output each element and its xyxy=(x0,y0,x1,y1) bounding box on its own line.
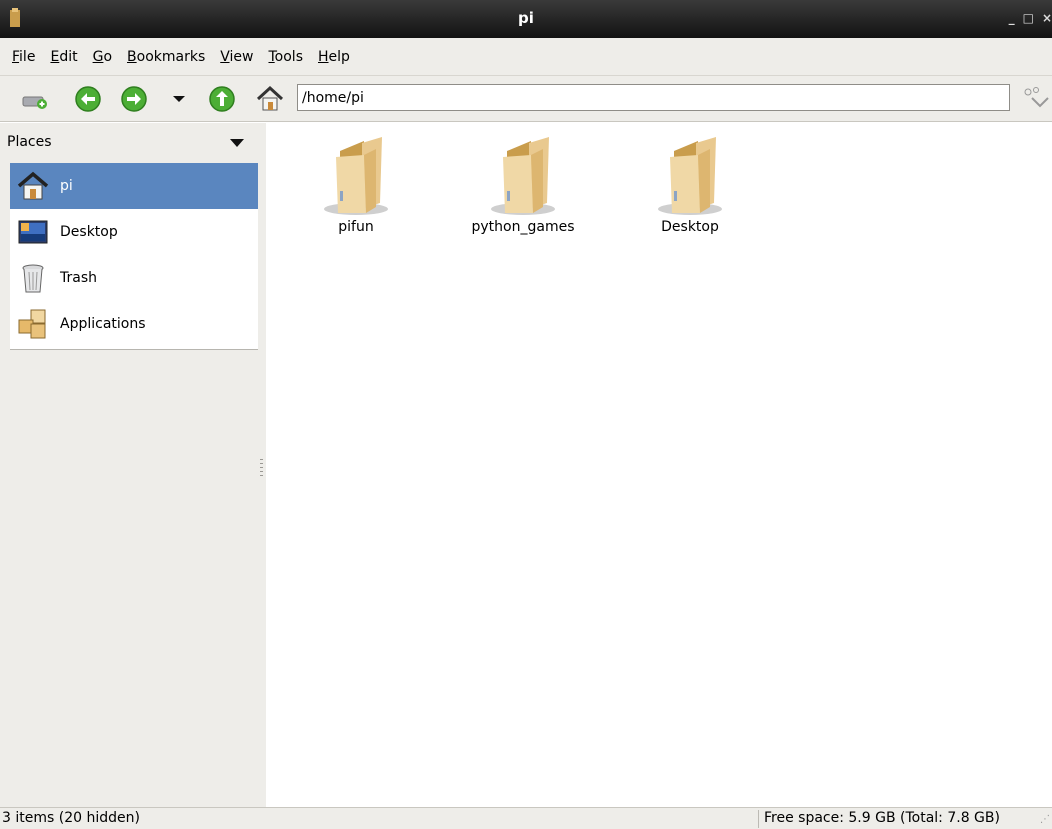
up-icon xyxy=(209,86,235,112)
menu-bar: File Edit Go Bookmarks View Tools Help xyxy=(0,38,1052,76)
folder-icon xyxy=(491,137,555,215)
file-view[interactable]: pifun python_games Desktop xyxy=(266,123,1052,807)
menu-help[interactable]: Help xyxy=(318,49,350,65)
title-bar[interactable]: pi _ □ × xyxy=(0,0,1052,38)
home-button[interactable] xyxy=(255,84,285,114)
file-item[interactable]: Desktop xyxy=(610,133,770,235)
side-pane: Places pi Desktop Trash Applications xyxy=(0,123,258,807)
forward-icon xyxy=(121,86,147,112)
status-separator xyxy=(758,810,759,828)
file-name: Desktop xyxy=(661,219,719,235)
menu-view[interactable]: View xyxy=(220,49,253,65)
home-icon xyxy=(256,85,284,111)
menu-bookmarks[interactable]: Bookmarks xyxy=(127,49,205,65)
new-tab-icon xyxy=(22,96,47,109)
history-dropdown-button[interactable] xyxy=(164,84,194,114)
maximize-button[interactable]: □ xyxy=(1023,11,1034,25)
free-space: Free space: 5.9 GB (Total: 7.8 GB) xyxy=(764,810,1000,826)
folder-icon xyxy=(324,137,388,215)
places-label: Places xyxy=(7,134,52,150)
applications-icon xyxy=(16,307,50,341)
file-item[interactable]: python_games xyxy=(443,133,603,235)
up-button[interactable] xyxy=(207,84,237,114)
places-header[interactable]: Places xyxy=(0,123,258,163)
place-item-applications[interactable]: Applications xyxy=(10,301,258,347)
place-item-pi[interactable]: pi xyxy=(10,163,258,209)
history-dropdown-icon xyxy=(173,96,185,102)
places-list: pi Desktop Trash Applications xyxy=(10,163,258,350)
back-icon xyxy=(75,86,101,112)
trash-icon xyxy=(16,261,50,295)
go-button[interactable] xyxy=(1020,84,1050,114)
new-tab-button[interactable] xyxy=(20,84,50,114)
chevron-down-icon[interactable] xyxy=(230,139,244,147)
toolbar xyxy=(0,76,1052,122)
place-label: Desktop xyxy=(60,224,118,240)
pane-splitter[interactable] xyxy=(258,123,266,807)
resize-grip-icon[interactable]: ⋰ xyxy=(1040,814,1050,825)
menu-tools[interactable]: Tools xyxy=(268,49,303,65)
go-icon xyxy=(1024,87,1049,108)
forward-button[interactable] xyxy=(119,84,149,114)
status-bar: 3 items (20 hidden) Free space: 5.9 GB (… xyxy=(0,807,1052,829)
file-item[interactable]: pifun xyxy=(276,133,436,235)
place-label: Applications xyxy=(60,316,146,332)
file-name: pifun xyxy=(338,219,374,235)
place-label: pi xyxy=(60,178,73,194)
close-button[interactable]: × xyxy=(1042,11,1052,25)
minimize-button[interactable]: _ xyxy=(1009,11,1015,25)
menu-edit[interactable]: Edit xyxy=(50,49,77,65)
menu-file[interactable]: File xyxy=(12,49,35,65)
splitter-grip[interactable] xyxy=(260,459,263,477)
window-title: pi xyxy=(518,9,534,27)
place-label: Trash xyxy=(60,270,97,286)
file-name: python_games xyxy=(471,219,575,235)
place-item-desktop[interactable]: Desktop xyxy=(10,209,258,255)
place-item-trash[interactable]: Trash xyxy=(10,255,258,301)
home-icon xyxy=(16,169,50,203)
back-button[interactable] xyxy=(73,84,103,114)
address-bar[interactable] xyxy=(297,84,1010,111)
desktop-icon xyxy=(16,215,50,249)
item-count: 3 items (20 hidden) xyxy=(2,810,140,826)
folder-icon xyxy=(658,137,722,215)
menu-go[interactable]: Go xyxy=(93,49,112,65)
